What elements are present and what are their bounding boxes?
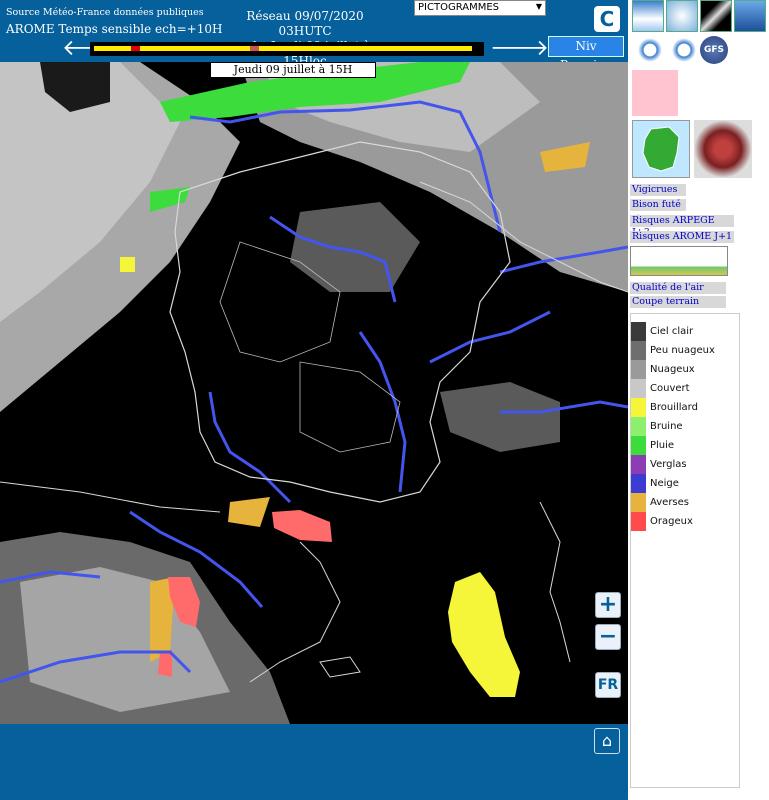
legend-item: Orageux	[631, 512, 739, 531]
legend-label: Couvert	[650, 383, 690, 394]
legend-swatch	[631, 436, 646, 455]
legend-label: Ciel clair	[650, 326, 694, 337]
refresh-icon: C	[599, 7, 615, 31]
legend-label: Orageux	[650, 516, 693, 527]
footer-bar: ⌂	[0, 724, 628, 800]
legend-label: Peu nuageux	[650, 345, 715, 356]
wave-thumbnail[interactable]	[734, 0, 766, 32]
run-date: Réseau 09/07/2020 03HUTC	[246, 9, 364, 38]
france-map-icon	[642, 126, 680, 172]
legend-swatch	[631, 322, 646, 341]
legend-label: Averses	[650, 497, 690, 508]
pink-map-thumbnail[interactable]	[632, 70, 678, 116]
weather-legend: Ciel clair Peu nuageux Nuageux Couvert Broui…	[630, 313, 740, 788]
side-panel: GFS Vigicrues → Bison futé → Risques ARP…	[628, 0, 769, 800]
home-icon: ⌂	[601, 731, 613, 750]
legend-item: Ciel clair	[631, 322, 739, 341]
legend-swatch	[631, 379, 646, 398]
legend-swatch	[631, 341, 646, 360]
layer-select-value: PICTOGRAMMES	[418, 2, 499, 13]
legend-swatch	[631, 512, 646, 531]
run-info: Réseau 09/07/2020 03HUTC ech=Jeudi 09 ju…	[220, 9, 390, 69]
model-text: AROME Temps sensible ech=+10H	[6, 22, 223, 36]
legend-swatch	[631, 360, 646, 379]
legend-item: Verglas	[631, 455, 739, 474]
timeline-cursor[interactable]	[131, 46, 141, 51]
timeline-track	[94, 46, 472, 51]
bison-fute-link[interactable]: Bison futé →	[630, 199, 686, 222]
air-quality-link[interactable]: Qualité de l'air	[630, 282, 726, 294]
pictogram-table-thumbnail[interactable]	[630, 246, 728, 276]
gfs-icon[interactable]: GFS	[700, 36, 728, 64]
covid-thumbnail[interactable]	[694, 120, 752, 178]
legend-label: Brouillard	[650, 402, 698, 413]
wmo-icon[interactable]	[670, 36, 698, 64]
clouds-thumbnail[interactable]	[666, 0, 698, 32]
header-bar: Source Météo-France données publiques AR…	[0, 0, 628, 72]
satellite-thumbnail[interactable]	[632, 0, 664, 32]
legend-item: Brouillard	[631, 398, 739, 417]
legend-label: Bruine	[650, 421, 683, 432]
legend-item: Averses	[631, 493, 739, 512]
legend-item: Bruine	[631, 417, 739, 436]
legend-swatch	[631, 398, 646, 417]
france-vigilance-thumbnail[interactable]	[632, 120, 690, 178]
zoom-out-button[interactable]: −	[595, 624, 621, 650]
map-canvas	[0, 62, 628, 724]
pressure-level-button[interactable]: Niv Pression	[548, 36, 624, 72]
forecast-date-label: Jeudi 09 juillet à 15H	[210, 62, 376, 78]
timeline-marker	[250, 46, 259, 51]
legend-swatch	[631, 474, 646, 493]
risques-arome-link[interactable]: Risques AROME J+1	[630, 231, 734, 243]
source-text: Source Météo-France données publiques	[6, 7, 204, 18]
france-view-button[interactable]: FR	[595, 672, 621, 698]
legend-item: Couvert	[631, 379, 739, 398]
timeline-slider[interactable]	[90, 42, 484, 56]
legend-swatch	[631, 493, 646, 512]
legend-label: Verglas	[650, 459, 687, 470]
refresh-button[interactable]: C	[594, 6, 620, 32]
legend-swatch	[631, 455, 646, 474]
next-step-arrow-icon[interactable]: 🡒	[490, 38, 549, 60]
risques-arpege-link[interactable]: Risques ARPEGE J+3	[630, 215, 734, 238]
chevron-down-icon: ▼	[535, 2, 542, 11]
zoom-in-button[interactable]: +	[595, 592, 621, 618]
legend-item: Peu nuageux	[631, 341, 739, 360]
europe-thumbnail[interactable]	[700, 0, 732, 32]
legend-label: Pluie	[650, 440, 675, 451]
wmo-icon[interactable]	[636, 36, 664, 64]
vigicrues-link[interactable]: Vigicrues →	[630, 184, 686, 207]
france-map-icon: FR	[597, 677, 619, 693]
home-button[interactable]: ⌂	[594, 728, 620, 754]
legend-item: Pluie	[631, 436, 739, 455]
legend-label: Nuageux	[650, 364, 695, 375]
gfs-label: GFS	[703, 45, 725, 55]
legend-item: Nuageux	[631, 360, 739, 379]
app-window: Source Météo-France données publiques AR…	[0, 0, 769, 800]
layer-select[interactable]: PICTOGRAMMES ▼	[414, 0, 546, 16]
legend-swatch	[631, 417, 646, 436]
legend-label: Neige	[650, 478, 679, 489]
coupe-terrain-link[interactable]: Coupe terrain	[630, 296, 726, 308]
legend-item: Neige	[631, 474, 739, 493]
weather-map[interactable]: Jeudi 09 juillet à 15H + − FR	[0, 62, 628, 724]
